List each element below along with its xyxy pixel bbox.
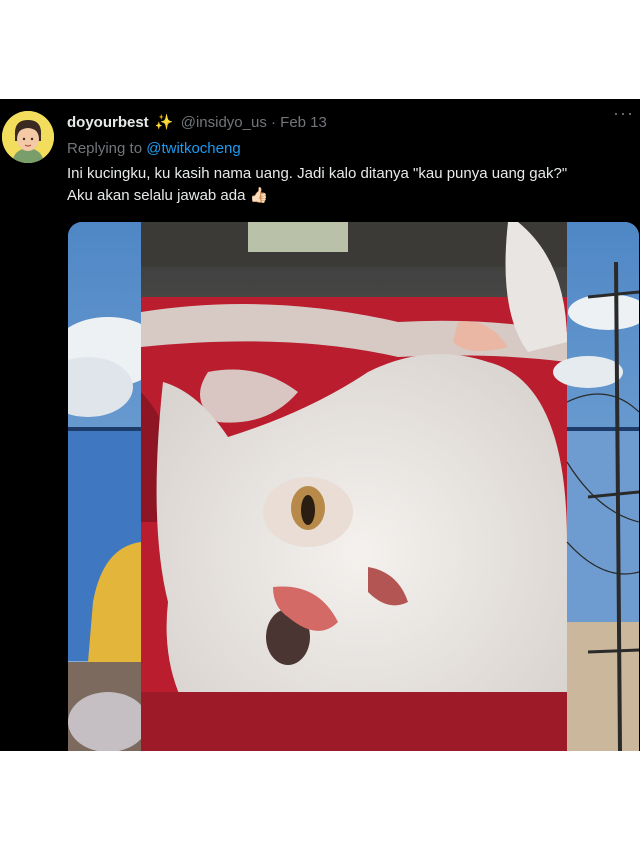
tweet-card[interactable]: doyourbest ✨ @insidyo_us · Feb 13 ··· Re… bbox=[0, 99, 640, 751]
replying-to-label: Replying to bbox=[67, 140, 147, 157]
more-horizontal-icon[interactable]: ··· bbox=[613, 103, 634, 124]
tweet-media-image[interactable] bbox=[68, 222, 639, 751]
replying-to-line: Replying to @twitkocheng bbox=[67, 140, 241, 157]
thumbs-up-icon: 👍🏻 bbox=[249, 187, 269, 204]
cat-photo-collage bbox=[68, 222, 639, 751]
user-handle[interactable]: @insidyo_us bbox=[181, 114, 267, 131]
avatar-illustration bbox=[2, 111, 54, 163]
tweet-text-line: Ini kucingku, ku kasih nama uang. Jadi k… bbox=[67, 165, 568, 182]
tweet-text-line: Aku akan selalu jawab ada bbox=[67, 187, 246, 204]
tweet-header: doyourbest ✨ @insidyo_us · Feb 13 bbox=[67, 113, 327, 131]
avatar[interactable] bbox=[2, 111, 54, 163]
sparkles-icon: ✨ bbox=[154, 114, 174, 131]
mention-link[interactable]: @twitkocheng bbox=[146, 140, 240, 157]
display-name[interactable]: doyourbest bbox=[67, 114, 149, 131]
separator-dot: · bbox=[271, 114, 276, 131]
tweet-text: Ini kucingku, ku kasih nama uang. Jadi k… bbox=[67, 163, 637, 207]
tweet-date[interactable]: Feb 13 bbox=[280, 114, 327, 131]
